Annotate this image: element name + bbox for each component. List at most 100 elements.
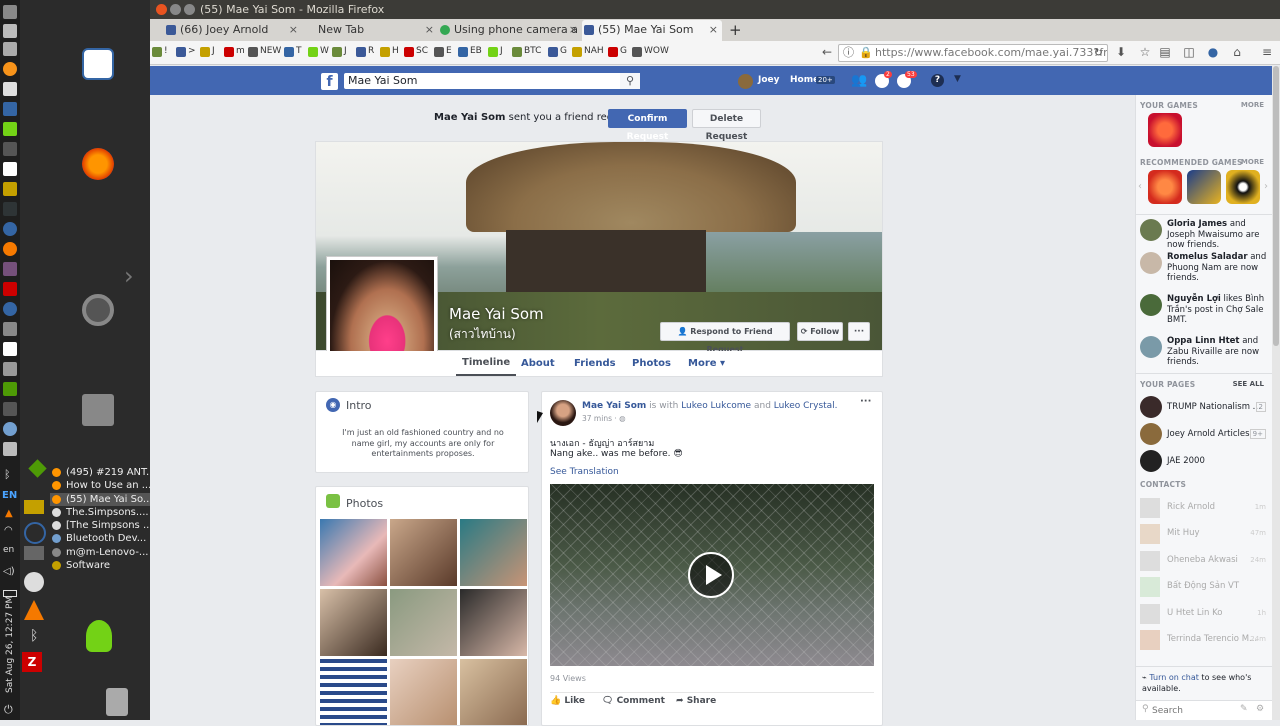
play-video-button[interactable] <box>688 552 734 598</box>
chat-search-input[interactable] <box>1152 703 1232 718</box>
extension-icon[interactable]: ● <box>1206 45 1220 59</box>
post-timestamp[interactable]: 37 mins · ◍ <box>582 414 626 423</box>
app-icon[interactable] <box>3 242 17 256</box>
bookmark-item[interactable]: > <box>188 46 196 56</box>
url-bar[interactable]: ⓘ 🔒 https://www.facebook.com/mae.yai.733… <box>838 44 1108 62</box>
chat-settings-icon[interactable]: ⚙ <box>1256 704 1264 714</box>
8-ball-game-icon[interactable] <box>1226 170 1260 204</box>
filezilla-icon[interactable]: Z <box>22 652 42 672</box>
library-icon[interactable]: ▤ <box>1158 45 1172 59</box>
page-item[interactable]: Joey Arnold Articles 9+ <box>1140 423 1270 445</box>
photo-thumbnail[interactable] <box>390 659 457 725</box>
app-icon[interactable] <box>24 546 44 560</box>
bookmark-item[interactable]: E <box>446 46 452 56</box>
photo-thumbnail[interactable] <box>320 519 387 586</box>
vlc-icon[interactable] <box>24 600 44 620</box>
window-item[interactable]: (55) Mae Yai So... <box>50 492 150 506</box>
power-icon[interactable]: ⏻ <box>4 703 13 717</box>
eject-icon[interactable] <box>3 42 17 56</box>
home-link[interactable]: Home <box>790 75 819 85</box>
folder-icon[interactable] <box>24 500 44 514</box>
writer-icon[interactable] <box>3 102 17 116</box>
clock[interactable]: Sat Aug 26, 12:27 PM <box>5 596 15 693</box>
tab-mae-yai-som[interactable]: (55) Mae Yai Som × <box>582 20 722 41</box>
turn-on-chat-link[interactable]: Turn on chat <box>1149 673 1199 682</box>
photo-thumbnail[interactable] <box>390 589 457 656</box>
close-tab-icon[interactable]: × <box>289 20 298 40</box>
requester-name[interactable]: Mae Yai Som <box>434 112 505 123</box>
volume-icon[interactable]: ◁) <box>3 566 15 577</box>
info-icon[interactable]: ⓘ <box>843 45 854 61</box>
account-menu-icon[interactable]: ▼ <box>954 74 961 84</box>
chat-edit-icon[interactable]: ✎ <box>1240 704 1248 714</box>
wifi-icon[interactable]: ◠ <box>4 525 13 536</box>
app-icon[interactable] <box>3 422 17 436</box>
photo-thumbnail[interactable] <box>460 589 527 656</box>
bookmark-item[interactable]: G <box>620 46 627 56</box>
app-icon[interactable] <box>3 342 17 356</box>
bookmark-item[interactable]: EB <box>470 46 482 56</box>
see-all-pages-link[interactable]: SEE ALL <box>1233 380 1264 388</box>
bookmark-item[interactable]: m <box>236 46 245 56</box>
tab-new-tab[interactable]: New Tab × <box>302 20 438 41</box>
trash-icon[interactable] <box>106 688 128 716</box>
comment-button[interactable]: 🗨 Comment <box>602 696 665 706</box>
close-window-button[interactable] <box>156 4 167 15</box>
post-options-button[interactable]: ··· <box>860 396 871 407</box>
back-icon[interactable]: ← <box>820 45 834 59</box>
contact-item[interactable]: Terrinda Terencio M... 24m <box>1140 630 1270 650</box>
user-name-link[interactable]: Joey <box>758 75 780 85</box>
tab-friends[interactable]: Friends <box>574 351 616 376</box>
bookmark-item[interactable]: G <box>560 46 567 56</box>
maximize-window-button[interactable] <box>184 4 195 15</box>
photo-thumbnail[interactable] <box>320 589 387 656</box>
window-item[interactable]: (495) #219 ANT... <box>50 466 150 479</box>
bookmark-item[interactable]: J <box>344 46 347 56</box>
bookmark-item[interactable]: ! <box>164 46 168 56</box>
minimize-window-button[interactable] <box>170 4 181 15</box>
candy-crush-game-icon[interactable] <box>1148 113 1182 147</box>
app-icon[interactable] <box>3 382 17 396</box>
tab-photos[interactable]: Photos <box>632 351 671 376</box>
window-item[interactable]: [The Simpsons ... <box>50 519 150 532</box>
tab-timeline[interactable]: Timeline <box>456 351 517 376</box>
post-author-link[interactable]: Mae Yai Som <box>582 401 646 411</box>
atom-icon[interactable] <box>24 522 46 544</box>
photo-thumbnail[interactable] <box>390 519 457 586</box>
respond-friend-request-button[interactable]: 👤 Respond to Friend Request <box>660 322 790 354</box>
bookmark-item[interactable]: J <box>500 46 503 56</box>
download-icon[interactable]: ⬇ <box>1114 45 1128 59</box>
games-more-link[interactable]: MORE <box>1241 101 1264 109</box>
page-scrollbar[interactable] <box>1272 66 1280 720</box>
window-item[interactable]: How to Use an ... <box>50 479 150 492</box>
pocket-icon[interactable]: ◫ <box>1182 45 1196 59</box>
app-icon[interactable] <box>24 572 44 592</box>
bookmark-star-icon[interactable]: ☆ <box>1138 45 1152 59</box>
user-launcher-icon[interactable] <box>86 620 112 652</box>
tab-more[interactable]: More ▾ <box>688 351 725 376</box>
search-input[interactable]: Mae Yai Som <box>344 73 640 89</box>
bookmark-item[interactable]: T <box>296 46 302 56</box>
tagged-friend-link[interactable]: Lukeo Crystal. <box>774 401 838 411</box>
mouse-icon[interactable] <box>28 459 47 478</box>
tagged-friend-link[interactable]: Lukeo Lukcome <box>681 401 751 411</box>
bookmark-item[interactable]: BTC <box>524 46 541 56</box>
close-tab-icon[interactable]: × <box>425 20 434 40</box>
app-icon[interactable] <box>3 282 17 296</box>
bookmark-item[interactable]: H <box>392 46 399 56</box>
menu-icon[interactable] <box>3 5 17 19</box>
chrome-icon[interactable] <box>3 302 17 316</box>
photo-thumbnail[interactable] <box>320 659 387 725</box>
bitcoin-icon[interactable] <box>3 62 17 76</box>
contact-item[interactable]: Bất Động Sản VT <box>1140 577 1270 597</box>
bookmark-item[interactable]: NEW <box>260 46 281 56</box>
tab-about[interactable]: About <box>521 351 555 376</box>
contact-item[interactable]: U Htet Lin Ko 1h <box>1140 604 1270 624</box>
app-icon[interactable] <box>3 262 17 276</box>
bookmark-item[interactable]: W <box>320 46 329 56</box>
app-icon[interactable] <box>3 322 17 336</box>
bookmark-item[interactable]: NAH <box>584 46 604 56</box>
calc-icon[interactable] <box>3 122 17 136</box>
terminal-icon[interactable] <box>3 202 17 216</box>
game-icon[interactable] <box>1148 170 1182 204</box>
